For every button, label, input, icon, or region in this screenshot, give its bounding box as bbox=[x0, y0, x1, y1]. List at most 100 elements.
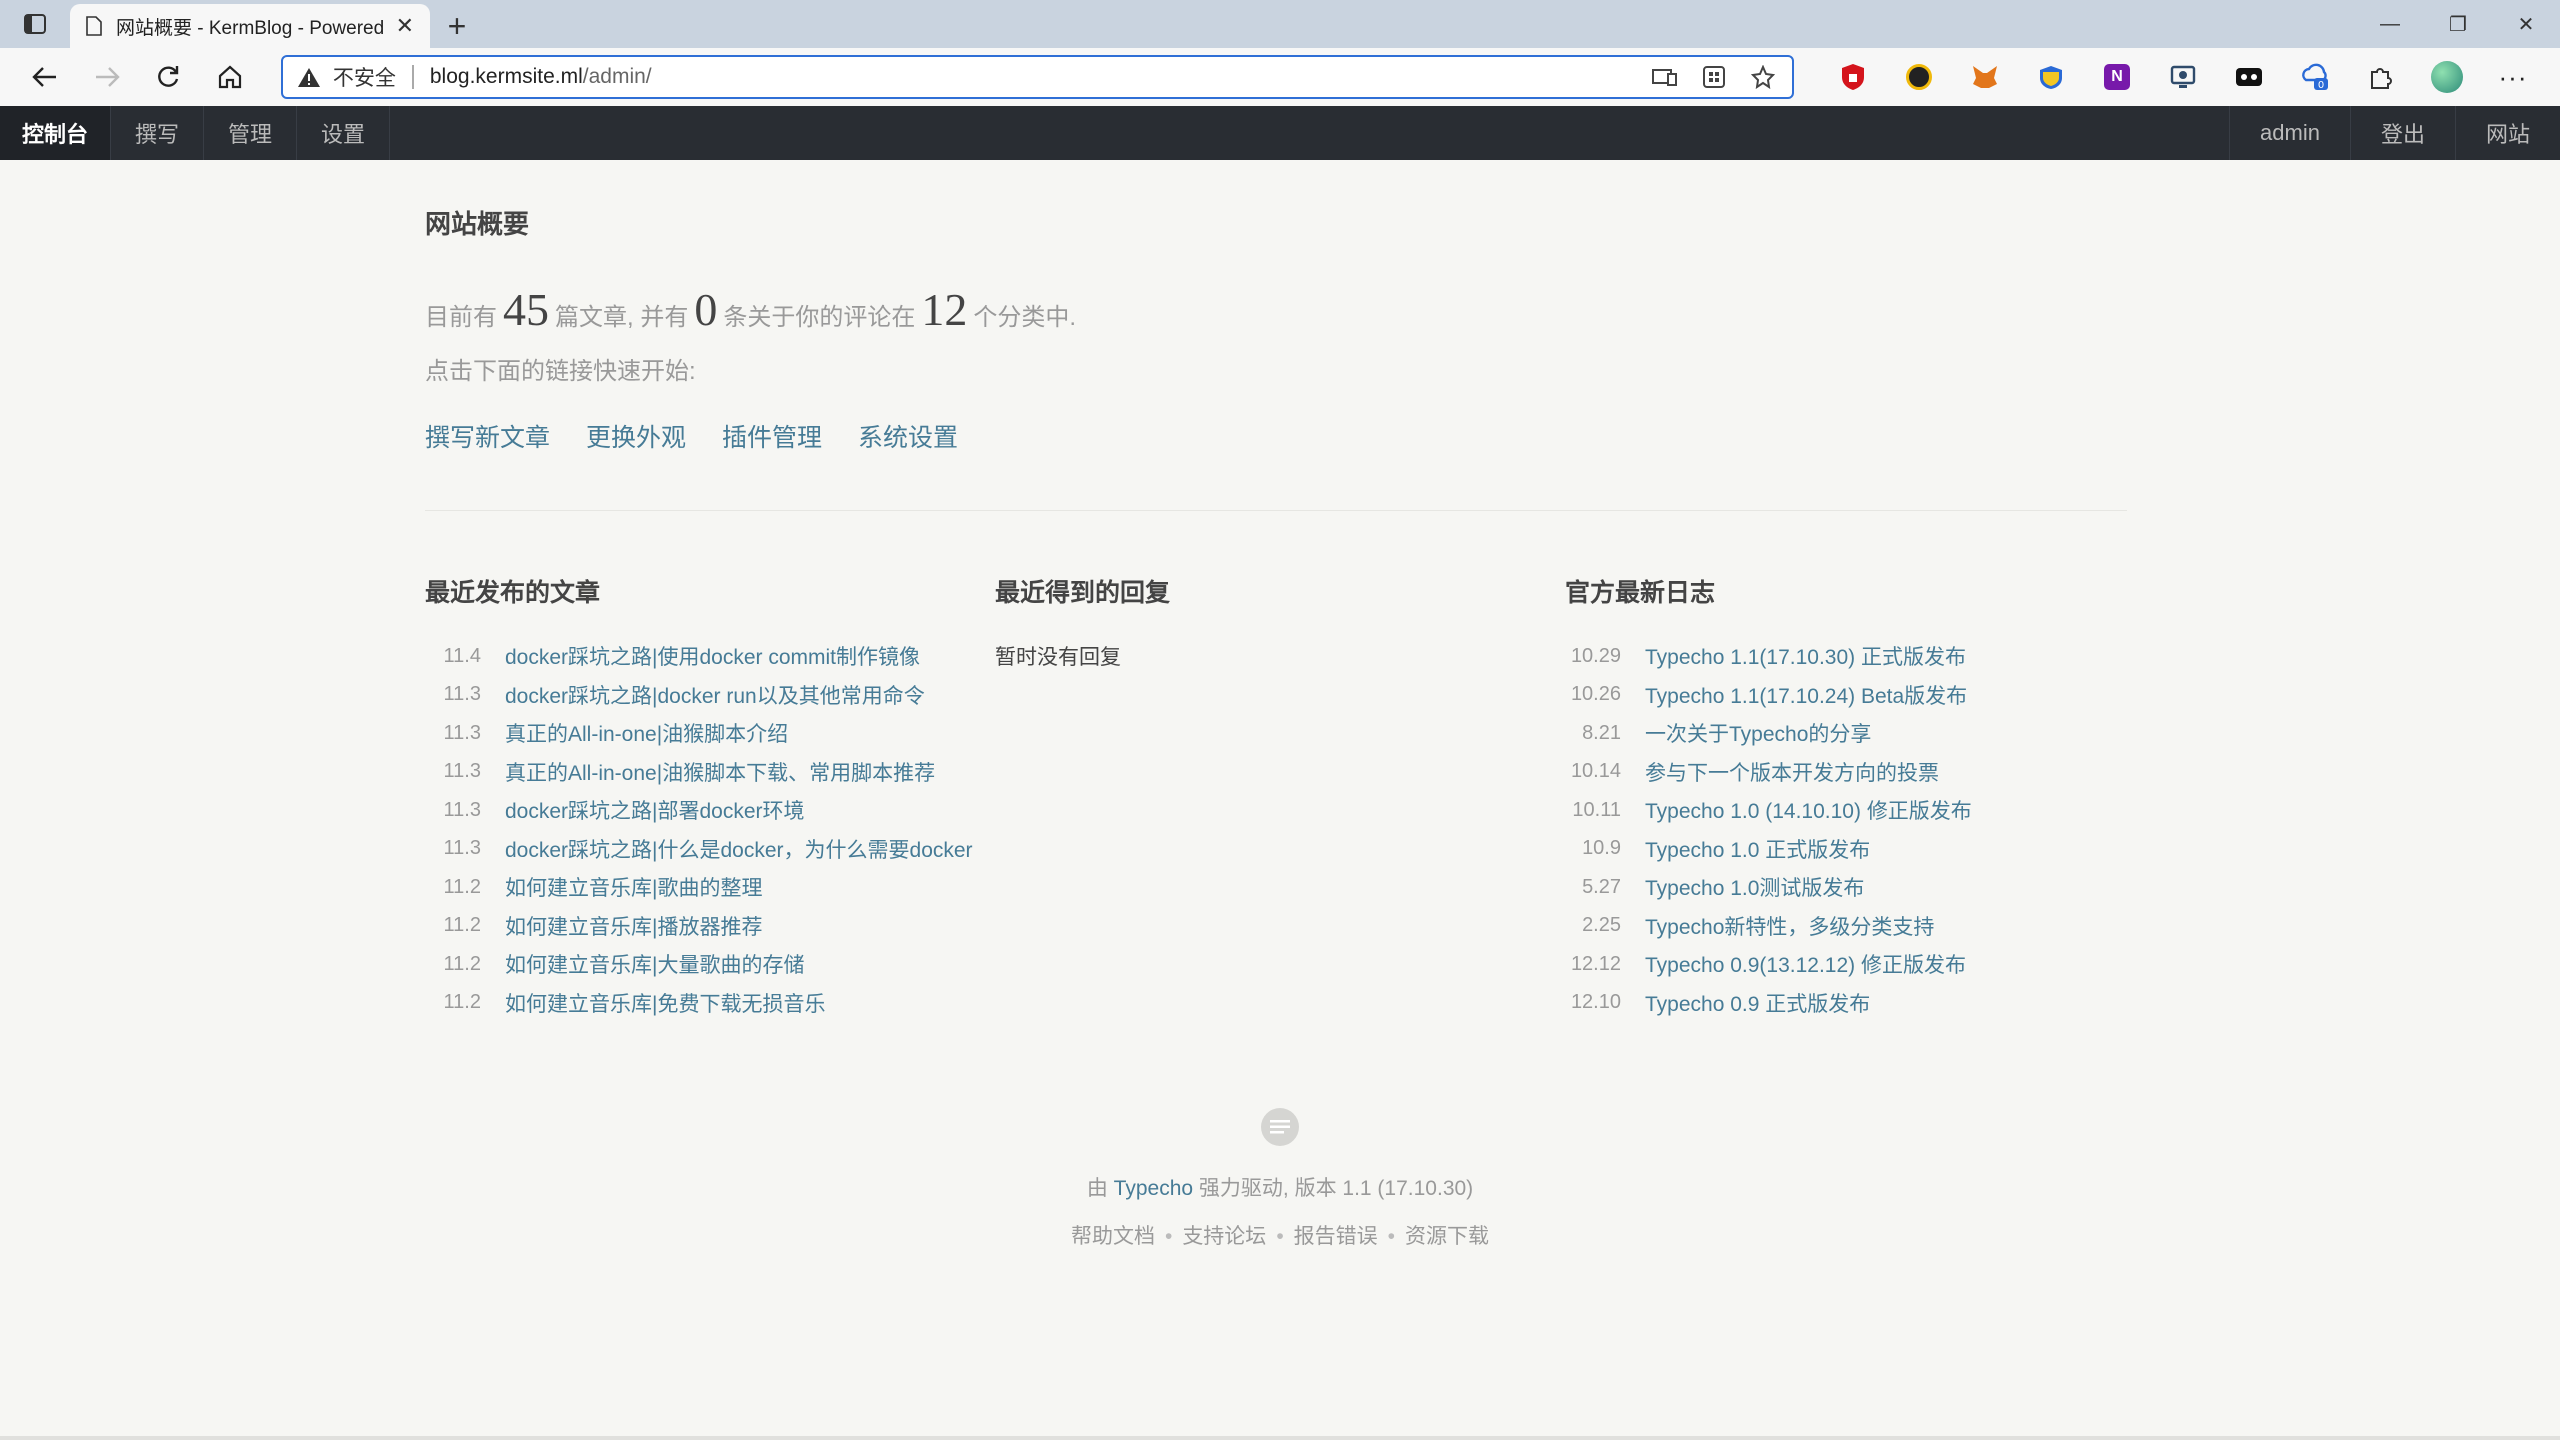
typecho-link[interactable]: Typecho bbox=[1114, 1177, 1193, 1200]
nav-dashboard[interactable]: 控制台 bbox=[0, 106, 112, 160]
item-title-link[interactable]: 如何建立音乐库|歌曲的整理 bbox=[505, 872, 762, 902]
back-arrow-icon bbox=[32, 67, 56, 87]
close-window-button[interactable]: ✕ bbox=[2492, 0, 2560, 48]
nav-write[interactable]: 撰写 bbox=[111, 106, 205, 160]
quick-link-themes[interactable]: 更换外观 bbox=[586, 418, 686, 454]
more-menu-button[interactable]: ··· bbox=[2480, 53, 2546, 101]
admin-navbar: 控制台 撰写 管理 设置 admin 登出 网站 bbox=[0, 106, 2560, 160]
item-title-link[interactable]: Typecho 1.1(17.10.24) Beta版发布 bbox=[1645, 680, 1967, 710]
forward-button[interactable] bbox=[76, 53, 138, 101]
recent-replies-section: 最近得到的回复 暂时没有回复 bbox=[995, 573, 1565, 1022]
nav-settings[interactable]: 设置 bbox=[297, 106, 391, 160]
new-tab-button[interactable]: + bbox=[430, 4, 484, 48]
item-title-link[interactable]: docker踩坑之路|部署docker环境 bbox=[505, 795, 805, 825]
item-title-link[interactable]: 参与下一个版本开发方向的投票 bbox=[1645, 757, 1939, 787]
item-title-link[interactable]: Typecho 1.0测试版发布 bbox=[1645, 872, 1864, 902]
footer-links: 帮助文档 • 支持论坛 • 报告错误 • 资源下载 bbox=[0, 1220, 2560, 1250]
item-title-link[interactable]: docker踩坑之路|docker run以及其他常用命令 bbox=[505, 680, 925, 710]
footer-link-forum[interactable]: 支持论坛 bbox=[1182, 1225, 1266, 1248]
official-log-row: 10.29 Typecho 1.1(17.10.30) 正式版发布 bbox=[1565, 637, 2135, 676]
item-date: 11.3 bbox=[443, 837, 481, 860]
footer-link-report-bug[interactable]: 报告错误 bbox=[1294, 1225, 1378, 1248]
extensions-puzzle-icon[interactable] bbox=[2348, 53, 2414, 101]
item-title-link[interactable]: 如何建立音乐库|大量歌曲的存储 bbox=[505, 949, 804, 979]
back-button[interactable] bbox=[14, 53, 76, 101]
onenote-icon[interactable]: N bbox=[2084, 53, 2150, 101]
profile-avatar[interactable] bbox=[2414, 53, 2480, 101]
item-date: 10.11 bbox=[1572, 798, 1621, 821]
app-grid-icon[interactable] bbox=[1700, 65, 1728, 89]
official-log-row: 10.9 Typecho 1.0 正式版发布 bbox=[1565, 830, 2135, 869]
item-date: 2.25 bbox=[1582, 914, 1621, 937]
page-bottom-border bbox=[0, 1436, 2560, 1440]
recent-replies-heading: 最近得到的回复 bbox=[995, 579, 1171, 607]
nav-logout[interactable]: 登出 bbox=[2349, 106, 2455, 160]
restore-button[interactable]: ❐ bbox=[2424, 0, 2492, 48]
quick-start-hint: 点击下面的链接快速开始: bbox=[425, 358, 696, 385]
summary-mid2: 条关于你的评论在 bbox=[723, 304, 916, 331]
quick-link-settings[interactable]: 系统设置 bbox=[858, 418, 958, 454]
item-title-link[interactable]: 如何建立音乐库|免费下载无损音乐 bbox=[505, 988, 825, 1018]
url-host: blog.kermsite.ml bbox=[429, 65, 583, 88]
item-title-link[interactable]: Typecho 1.1(17.10.30) 正式版发布 bbox=[1645, 641, 1966, 671]
item-date: 11.3 bbox=[443, 798, 481, 821]
reload-button[interactable] bbox=[137, 53, 199, 101]
recent-post-row: 11.3 真正的All-in-one|油猴脚本下载、常用脚本推荐 bbox=[425, 753, 995, 792]
tab-actions-button[interactable] bbox=[0, 0, 70, 48]
item-title-link[interactable]: 一次关于Typecho的分享 bbox=[1645, 718, 1871, 748]
nav-manage[interactable]: 管理 bbox=[204, 106, 298, 160]
recent-post-row: 11.2 如何建立音乐库|播放器推荐 bbox=[425, 907, 995, 946]
official-log-row: 10.14 参与下一个版本开发方向的投票 bbox=[1565, 753, 2135, 792]
extension-icon-4[interactable] bbox=[2018, 53, 2084, 101]
item-title-link[interactable]: Typecho 0.9 正式版发布 bbox=[1645, 988, 1870, 1018]
url-text[interactable]: blog.kermsite.ml/admin/ bbox=[430, 65, 1650, 89]
summary-mid1: 篇文章, 并有 bbox=[555, 304, 689, 331]
item-title-link[interactable]: Typecho 1.0 (14.10.10) 修正版发布 bbox=[1645, 795, 1972, 825]
item-date: 11.3 bbox=[443, 721, 481, 744]
read-aloud-icon[interactable] bbox=[1650, 65, 1678, 89]
item-title-link[interactable]: docker踩坑之路|使用docker commit制作镜像 bbox=[505, 641, 920, 671]
more-dots-icon: ··· bbox=[2498, 61, 2528, 92]
item-title-link[interactable]: 如何建立音乐库|播放器推荐 bbox=[505, 911, 762, 941]
ublock-extension-icon[interactable] bbox=[1820, 53, 1886, 101]
tab-actions-icon bbox=[24, 14, 46, 34]
powered-by-prefix: 由 bbox=[1086, 1177, 1108, 1200]
quick-link-new-post[interactable]: 撰写新文章 bbox=[425, 418, 550, 454]
home-button[interactable] bbox=[199, 53, 261, 101]
extension-icon-7[interactable] bbox=[2216, 53, 2282, 101]
tab-close-icon[interactable]: ✕ bbox=[396, 13, 414, 39]
quick-link-plugins[interactable]: 插件管理 bbox=[722, 418, 822, 454]
footer: 由 Typecho 强力驱动, 版本 1.1 (17.10.30) 帮助文档 • 支… bbox=[0, 1108, 2560, 1250]
minimize-button[interactable]: — bbox=[2356, 0, 2424, 48]
warning-icon bbox=[297, 68, 320, 87]
home-icon bbox=[218, 65, 242, 89]
browser-toolbar: 不安全 blog.kermsite.ml/admin/ N 0 ··· bbox=[0, 48, 2560, 106]
item-date: 11.3 bbox=[443, 760, 481, 783]
nav-user-admin[interactable]: admin bbox=[2229, 106, 2350, 160]
extension-icon-6[interactable] bbox=[2150, 53, 2216, 101]
nav-site[interactable]: 网站 bbox=[2454, 106, 2560, 160]
browser-tab-active[interactable]: 网站概要 - KermBlog - Powered ✕ bbox=[70, 4, 430, 48]
item-title-link[interactable]: docker踩坑之路|什么是docker，为什么需要docker bbox=[505, 834, 973, 864]
official-log-row: 10.11 Typecho 1.0 (14.10.10) 修正版发布 bbox=[1565, 791, 2135, 830]
item-title-link[interactable]: Typecho 0.9(13.12.12) 修正版发布 bbox=[1645, 949, 1966, 979]
item-title-link[interactable]: Typecho新特性，多级分类支持 bbox=[1645, 911, 1934, 941]
metamask-fox-icon[interactable] bbox=[1952, 53, 2018, 101]
favorite-star-icon[interactable] bbox=[1750, 65, 1778, 89]
recent-post-row: 11.3 docker踩坑之路|什么是docker，为什么需要docker bbox=[425, 830, 995, 869]
address-bar[interactable]: 不安全 blog.kermsite.ml/admin/ bbox=[280, 55, 1795, 99]
cloud-sync-icon[interactable]: 0 bbox=[2282, 53, 2348, 101]
security-label[interactable]: 不安全 bbox=[333, 62, 396, 92]
item-date: 11.2 bbox=[443, 991, 481, 1014]
item-title-link[interactable]: Typecho 1.0 正式版发布 bbox=[1645, 834, 1870, 864]
footer-link-docs[interactable]: 帮助文档 bbox=[1071, 1225, 1155, 1248]
summary-prefix: 目前有 bbox=[425, 304, 497, 331]
quick-links: 撰写新文章 更换外观 插件管理 系统设置 bbox=[425, 418, 2135, 454]
browser-tab-bar: 网站概要 - KermBlog - Powered ✕ + — ❐ ✕ bbox=[0, 0, 2560, 48]
extension-icon-2[interactable] bbox=[1886, 53, 1952, 101]
recent-posts-heading: 最近发布的文章 bbox=[425, 579, 601, 607]
item-title-link[interactable]: 真正的All-in-one|油猴脚本下载、常用脚本推荐 bbox=[505, 757, 935, 787]
category-count: 12 bbox=[921, 284, 968, 335]
footer-link-downloads[interactable]: 资源下载 bbox=[1405, 1225, 1489, 1248]
item-title-link[interactable]: 真正的All-in-one|油猴脚本介绍 bbox=[505, 718, 788, 748]
